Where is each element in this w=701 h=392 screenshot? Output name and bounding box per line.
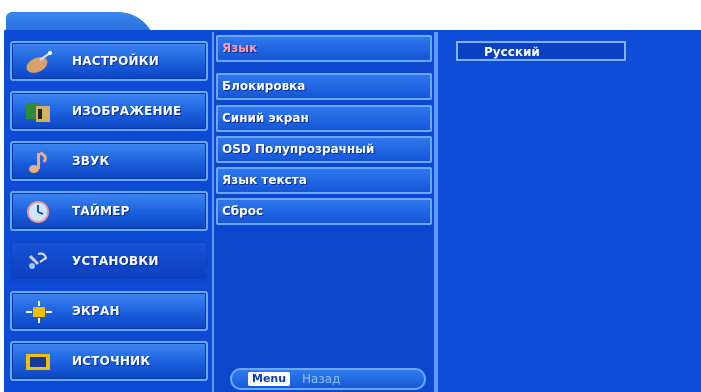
menu-back-hint[interactable]: Menu Назад [230, 368, 426, 390]
category-list: НАСТРОЙКИ ИЗОБРАЖЕНИЕ ЗВУК ТАЙМЕР УСТАНО… [4, 32, 212, 392]
submenu-item-yazyk-teksta[interactable]: Язык текста [216, 167, 432, 194]
category-ekran[interactable]: ЭКРАН [10, 291, 208, 331]
picture-icon [26, 103, 50, 122]
category-label: ИСТОЧНИК [72, 354, 151, 368]
clock-icon [27, 201, 49, 223]
category-label: ИЗОБРАЖЕНИЕ [72, 104, 182, 118]
submenu-item-blokirovka[interactable]: Блокировка [216, 73, 432, 100]
settings-tools-icon [28, 252, 48, 269]
category-istochnik[interactable]: ИСТОЧНИК [10, 341, 208, 381]
satellite-dish-icon [26, 51, 52, 73]
back-label: Назад [302, 372, 341, 386]
screen-arrows-icon [26, 301, 52, 323]
language-value[interactable]: Русский [456, 41, 626, 61]
submenu-panel: Язык Блокировка Синий экран OSD Полупроз… [212, 32, 436, 392]
submenu-item-osd-transparency[interactable]: OSD Полупрозрачный [216, 136, 432, 163]
category-label: ТАЙМЕР [72, 204, 130, 218]
category-izobrazhenie[interactable]: ИЗОБРАЖЕНИЕ [10, 91, 208, 131]
submenu-item-sbros[interactable]: Сброс [216, 198, 432, 225]
music-note-icon [29, 151, 47, 173]
category-zvuk[interactable]: ЗВУК [10, 141, 208, 181]
category-label: УСТАНОВКИ [72, 254, 159, 268]
value-panel: Русский [436, 32, 701, 392]
submenu-item-yazyk[interactable]: Язык [216, 35, 432, 62]
menu-key-label: Menu [248, 372, 291, 386]
tv-osd-menu: НАСТРОЙКИ ИЗОБРАЖЕНИЕ ЗВУК ТАЙМЕР УСТАНО… [0, 0, 701, 392]
category-label: НАСТРОЙКИ [72, 54, 160, 68]
category-nastroyki[interactable]: НАСТРОЙКИ [10, 41, 208, 81]
category-taymer[interactable]: ТАЙМЕР [10, 191, 208, 231]
category-label: ЭКРАН [72, 304, 120, 318]
category-label: ЗВУК [72, 154, 110, 168]
category-ustanovki[interactable]: УСТАНОВКИ [10, 241, 208, 281]
source-icon [26, 354, 50, 370]
submenu-item-siniy-ekran[interactable]: Синий экран [216, 105, 432, 132]
